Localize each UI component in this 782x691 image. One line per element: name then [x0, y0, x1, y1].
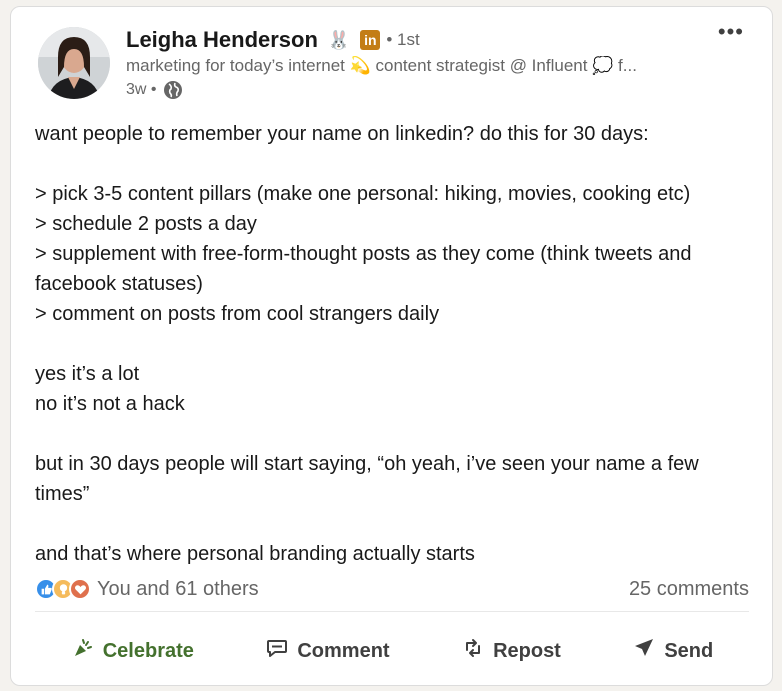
globe-icon — [163, 80, 183, 100]
repost-button[interactable]: Repost — [451, 628, 571, 674]
post-line — [35, 329, 755, 359]
post-age: 3w • — [126, 81, 157, 98]
repost-label: Repost — [493, 639, 561, 662]
post-line: > supplement with free-form-thought post… — [35, 243, 692, 295]
comment-label: Comment — [297, 639, 390, 662]
celebrate-icon — [71, 636, 95, 666]
post-meta: 3w • — [126, 80, 183, 100]
send-button[interactable]: Send — [622, 628, 723, 674]
post-line: want people to remember your name on lin… — [35, 123, 649, 145]
bunny-emoji: 🐰 — [327, 30, 351, 50]
post-line: no it’s not a hack — [35, 393, 185, 415]
more-options-icon[interactable]: ••• — [718, 19, 744, 45]
post-line — [35, 419, 755, 449]
reactions-count[interactable]: You and 61 others — [97, 578, 259, 601]
love-icon — [69, 578, 91, 600]
send-icon — [632, 636, 656, 666]
social-counts: You and 61 others 25 comments — [35, 574, 749, 604]
post-line — [35, 149, 755, 179]
post-actions-bar: Celebrate Comment Repost Send — [35, 625, 749, 677]
comments-count[interactable]: 25 comments — [629, 578, 749, 601]
post-line — [35, 509, 755, 539]
author-name-row: Leigha Henderson 🐰 in • 1st — [126, 27, 420, 53]
comment-button[interactable]: Comment — [255, 628, 399, 674]
reaction-icons[interactable] — [35, 578, 91, 600]
divider — [35, 611, 749, 612]
repost-icon — [461, 636, 485, 666]
celebrate-button[interactable]: Celebrate — [61, 628, 204, 674]
post-text: want people to remember your name on lin… — [35, 119, 755, 569]
author-headline: marketing for today’s internet 💫 content… — [126, 56, 637, 75]
celebrate-label: Celebrate — [102, 639, 194, 662]
send-label: Send — [664, 639, 714, 662]
author-name[interactable]: Leigha Henderson — [126, 27, 318, 53]
post-line: > pick 3-5 content pillars (make one per… — [35, 183, 691, 205]
post-line: > comment on posts from cool strangers d… — [35, 303, 440, 325]
linkedin-premium-icon: in — [360, 30, 381, 50]
author-avatar[interactable] — [38, 27, 110, 99]
post-line: > schedule 2 posts a day — [35, 213, 257, 235]
feed-post-card: Leigha Henderson 🐰 in • 1st marketing fo… — [10, 6, 773, 686]
connection-degree: • 1st — [386, 30, 420, 49]
post-line: and that’s where personal branding actua… — [35, 543, 475, 565]
post-line: yes it’s a lot — [35, 363, 140, 385]
comment-icon — [265, 636, 289, 666]
post-line: but in 30 days people will start saying,… — [35, 453, 699, 505]
